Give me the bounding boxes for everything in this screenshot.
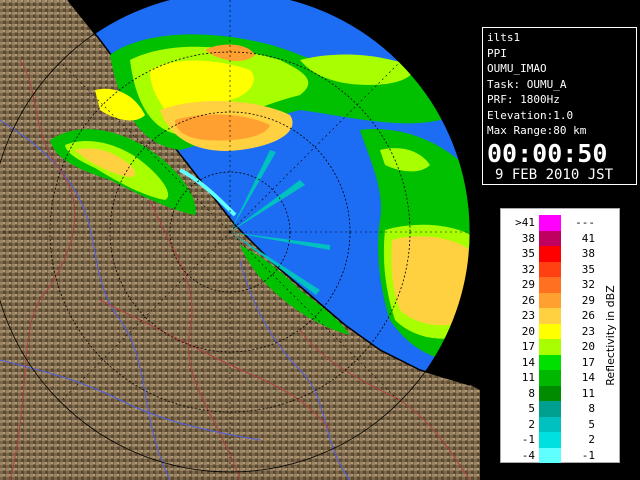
legend-low-value: 32	[521, 262, 535, 276]
legend-rows: >41 --- 38 41 35 38 32 35 29 32 26 29 23 26 20 23 17 20 14…	[507, 215, 599, 463]
legend-row: 23 26	[507, 308, 599, 324]
legend-low-value: -4	[521, 448, 535, 462]
legend-low-value: 20	[521, 324, 535, 338]
legend-low-value: >41	[515, 216, 535, 229]
legend-low-value: -1	[521, 433, 535, 446]
legend-row: 25	[507, 416, 599, 432]
legend-row: -4 -1	[507, 447, 599, 463]
elevation-value: Elevation:1.0	[487, 108, 574, 122]
legend-high-value: 38	[581, 247, 595, 260]
legend-high-value: 8	[588, 402, 595, 415]
legend-row: -1 2	[507, 432, 599, 448]
legend-low-value: 14	[521, 355, 535, 369]
legend-row: 58	[507, 401, 599, 417]
legend-color-swatch	[539, 215, 561, 231]
legend-row: 20 23	[507, 323, 599, 339]
legend-color-swatch	[539, 432, 561, 448]
legend-color-swatch	[539, 354, 561, 370]
legend-low-value: 26	[521, 293, 535, 307]
legend-low-value: 29	[521, 278, 535, 291]
legend-color-swatch	[539, 277, 561, 293]
legend-color-swatch	[539, 308, 561, 324]
legend-unit-label: Reflectivity in dBZ	[603, 285, 617, 386]
legend-high-value: 11	[581, 386, 595, 400]
max-range-value: Max Range:80 km	[487, 124, 587, 137]
radar-info-panel: ilts1 PPI OUMU_IMAO Task: OUMU_A PRF: 18…	[482, 27, 637, 185]
legend-high-value: -1	[581, 448, 595, 462]
scan-date: 9 FEB 2010 JST	[495, 166, 614, 183]
legend-high-value: 17	[581, 355, 595, 369]
legend-high-value: 41	[581, 231, 595, 245]
legend-high-value: 2	[588, 433, 595, 446]
legend-low-value: 2	[528, 417, 535, 431]
legend-high-value: 5	[588, 417, 595, 431]
legend-high-value: 32	[581, 278, 595, 291]
legend-high-value: 23	[581, 324, 595, 338]
legend-color-swatch	[539, 385, 561, 401]
scan-time: 00:00:50	[487, 138, 608, 168]
legend-row: 38 41	[507, 230, 599, 246]
legend-color-swatch	[539, 230, 561, 246]
legend-low-value: 17	[521, 340, 535, 353]
legend-low-value: 38	[521, 231, 535, 245]
legend-color-swatch	[539, 246, 561, 262]
legend-row: 11 14	[507, 370, 599, 386]
legend-low-value: 5	[528, 402, 535, 415]
legend-high-value: 14	[581, 371, 595, 384]
legend-color-swatch	[539, 416, 561, 432]
legend-low-value: 8	[528, 386, 535, 400]
radar-id: OUMU_IMAO	[487, 62, 547, 75]
legend-row: 32 35	[507, 261, 599, 277]
legend-high-value: 29	[581, 293, 595, 307]
legend-color-swatch	[539, 339, 561, 355]
legend-low-value: 11	[521, 371, 535, 384]
reflectivity-legend: >41 --- 38 41 35 38 32 35 29 32 26 29 23 26 20 23 17 20 14…	[500, 208, 620, 463]
legend-row: 17 20	[507, 339, 599, 355]
legend-color-swatch	[539, 323, 561, 339]
prf-value: PRF: 1800Hz	[487, 93, 560, 106]
legend-high-value: 20	[581, 340, 595, 353]
legend-color-swatch	[539, 292, 561, 308]
legend-color-swatch	[539, 447, 561, 463]
product-type: PPI	[487, 46, 507, 60]
legend-row: 26 29	[507, 292, 599, 308]
radar-map-svg	[0, 0, 480, 480]
legend-high-value: ---	[575, 216, 595, 229]
legend-row: 14 17	[507, 354, 599, 370]
radar-ppi-map	[0, 0, 480, 480]
legend-color-swatch	[539, 401, 561, 417]
legend-low-value: 23	[521, 309, 535, 322]
legend-row: 29 32	[507, 277, 599, 293]
legend-row: 8 11	[507, 385, 599, 401]
legend-high-value: 26	[581, 309, 595, 322]
legend-row: >41 ---	[507, 215, 599, 231]
legend-color-swatch	[539, 370, 561, 386]
legend-high-value: 35	[581, 262, 595, 276]
legend-row: 35 38	[507, 246, 599, 262]
site-name: ilts1	[487, 31, 521, 44]
legend-unit-label-wrap: Reflectivity in dBZ	[601, 209, 619, 462]
legend-low-value: 35	[521, 247, 535, 260]
legend-color-swatch	[539, 261, 561, 277]
task-name: Task: OUMU_A	[487, 77, 567, 91]
